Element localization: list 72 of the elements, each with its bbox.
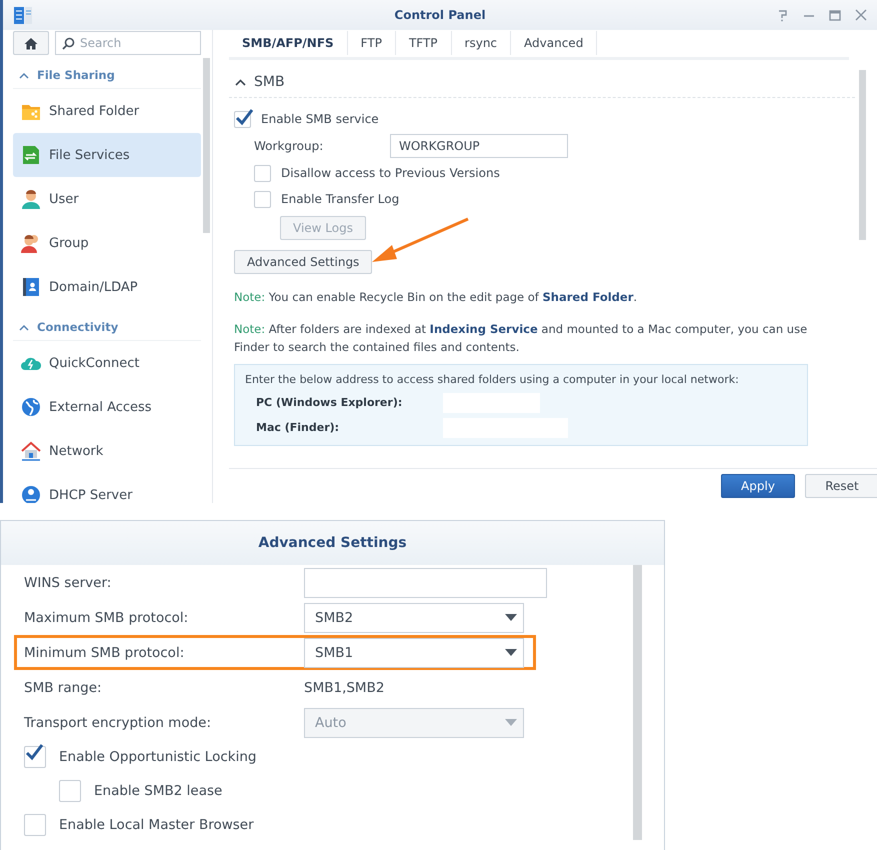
house-icon xyxy=(21,441,41,461)
field-label: Transport encryption mode: xyxy=(24,714,212,730)
help-icon[interactable] xyxy=(777,8,789,22)
dropdown[interactable]: SMB2 xyxy=(304,602,524,632)
field-label: Workgroup: xyxy=(254,139,324,153)
dropdown[interactable]: SMB1 xyxy=(304,638,524,668)
window-title: Control Panel xyxy=(394,8,486,22)
checkbox[interactable] xyxy=(254,190,271,208)
sidebar-item[interactable]: QuickConnect xyxy=(13,341,201,385)
sidebar-item[interactable]: File Services xyxy=(13,133,201,177)
scrollbar[interactable] xyxy=(859,70,866,240)
section-header[interactable]: SMB xyxy=(229,67,855,98)
checkbox-label: Disallow access to Previous Versions xyxy=(281,166,500,180)
section-header[interactable]: Connectivity xyxy=(13,313,201,341)
caret-icon xyxy=(505,649,517,656)
checkbox[interactable] xyxy=(24,814,46,836)
field-label: SMB range: xyxy=(24,680,103,696)
checkbox-label: Enable SMB2 lease xyxy=(94,783,222,799)
info-text: Enter the below address to access shared folders using a computer in your local network: xyxy=(245,373,740,386)
sidebar-item[interactable]: User xyxy=(13,177,201,221)
link[interactable]: Indexing Service xyxy=(430,322,538,336)
reset-button[interactable]: Reset xyxy=(805,474,877,498)
field-label: Maximum SMB protocol: xyxy=(24,610,190,626)
checkbox[interactable] xyxy=(24,746,46,768)
section-header[interactable]: File Sharing xyxy=(13,61,201,89)
checkbox-label: Enable Local Master Browser xyxy=(59,817,254,833)
maximize-icon[interactable] xyxy=(829,8,841,22)
field-label: PC (Windows Explorer): xyxy=(256,396,404,409)
checkbox-label: Enable Transfer Log xyxy=(281,192,400,206)
tab[interactable]: TFTP xyxy=(396,31,452,55)
scrollbar[interactable] xyxy=(203,58,210,233)
tab[interactable]: Advanced xyxy=(511,31,598,55)
close-icon[interactable] xyxy=(855,8,867,22)
sidebar-item[interactable]: Shared Folder xyxy=(13,89,201,133)
field-label: Mac (Finder): xyxy=(256,421,340,434)
checkbox-label: Enable SMB service xyxy=(261,112,379,126)
apply-button[interactable]: Apply xyxy=(721,474,795,498)
user-icon xyxy=(21,189,41,209)
caret-icon xyxy=(505,614,517,621)
field-value: SMB1,SMB2 xyxy=(304,680,384,696)
tab[interactable]: SMB/AFP/NFS xyxy=(229,31,348,55)
checkbox-label: Enable Opportunistic Locking xyxy=(59,749,256,765)
sidebar-item[interactable]: External Access xyxy=(13,385,201,429)
dialog-title: Advanced Settings xyxy=(258,535,407,551)
search-icon xyxy=(62,36,75,50)
field-label: Minimum SMB protocol: xyxy=(24,644,186,660)
home-icon xyxy=(24,36,38,50)
checkbox[interactable] xyxy=(59,780,81,802)
tab[interactable]: rsync xyxy=(452,31,512,55)
group-icon xyxy=(21,233,41,253)
globe-icon xyxy=(21,397,41,417)
tab[interactable]: FTP xyxy=(348,31,396,55)
app-icon xyxy=(13,5,33,25)
caret-icon xyxy=(505,719,517,726)
link[interactable]: Shared Folder xyxy=(542,290,634,304)
home-button[interactable] xyxy=(13,31,49,55)
file-transfer-icon xyxy=(21,145,41,165)
checkbox[interactable] xyxy=(254,164,271,182)
sidebar-item[interactable]: Domain/LDAP xyxy=(13,265,201,309)
note-text: Note: After folders are indexed at Indexing Service and mounted to a Mac computer, you can use Finder to search the contained files and contents. xyxy=(234,321,808,356)
checkbox[interactable] xyxy=(234,110,251,128)
input-field[interactable]: WORKGROUP xyxy=(390,134,568,158)
sidebar-item[interactable]: Group xyxy=(13,221,201,265)
sidebar-item[interactable]: DHCP Server xyxy=(13,473,201,503)
address-book-icon xyxy=(21,277,41,297)
input-field[interactable] xyxy=(304,568,547,598)
search-field[interactable]: Search xyxy=(55,31,201,55)
field-label: WINS server: xyxy=(24,574,112,590)
note-text: Note: You can enable Recycle Bin on the edit page of Shared Folder. xyxy=(234,289,638,306)
advanced-settings-button[interactable]: Advanced Settings xyxy=(234,250,372,274)
sidebar-item[interactable]: Network xyxy=(13,429,201,473)
scrollbar[interactable] xyxy=(633,565,642,840)
